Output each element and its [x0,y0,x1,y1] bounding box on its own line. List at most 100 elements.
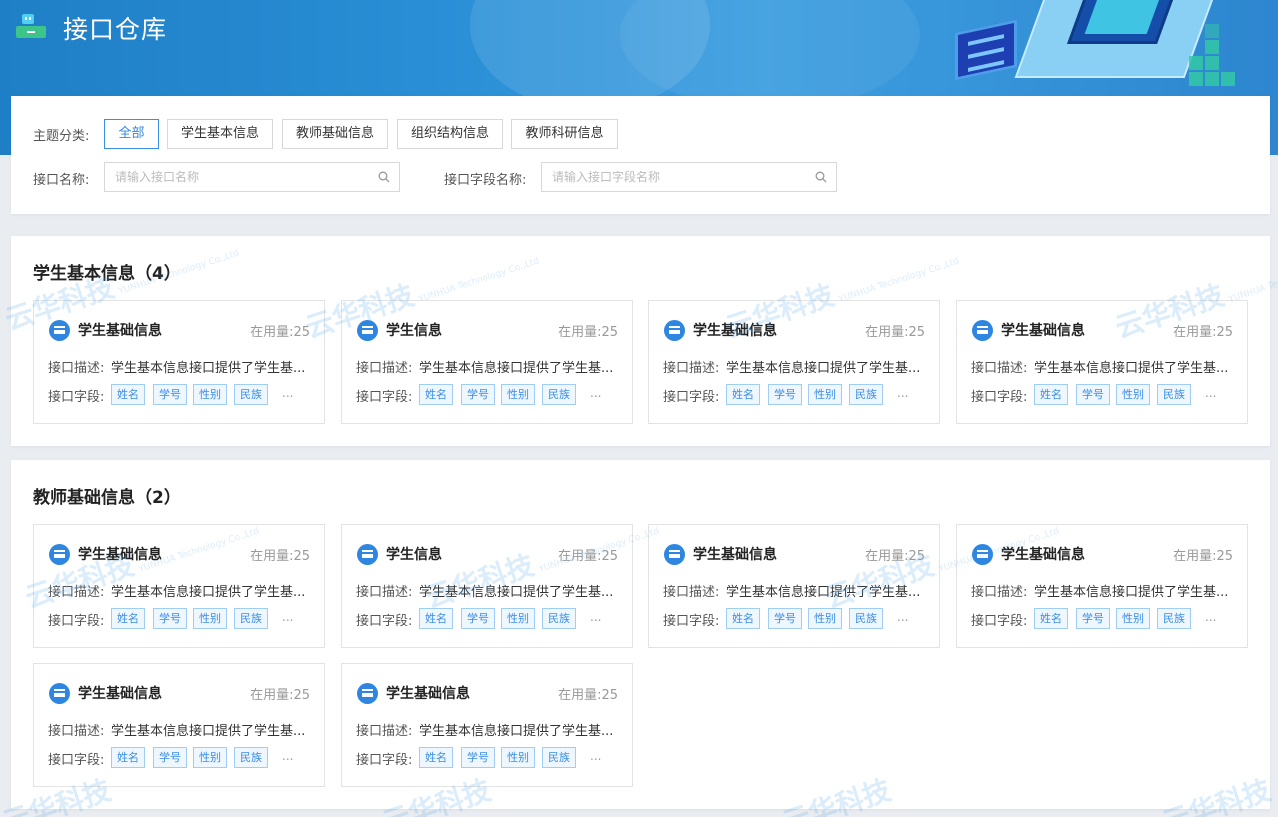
usage-count: 在用量:25 [250,549,310,564]
field-tag: 姓名 [419,608,453,629]
api-icon [357,544,378,565]
api-card[interactable]: 学生信息 在用量:25 接口描述: 学生基本信息接口提供了学生基... 接口字段: 姓名学… [341,524,633,648]
field-name-label: 接口字段名称: [444,173,527,188]
field-tag: 姓名 [111,747,145,768]
api-card[interactable]: 学生基础信息 在用量:25 接口描述: 学生基本信息接口提供了学生基... 接口字段: 姓… [648,524,940,648]
card-title: 学生信息 [386,323,442,339]
field-tag: 姓名 [1034,608,1068,629]
field-tag: 性别 [808,608,842,629]
desc-label: 接口描述: [971,585,1028,600]
field-tag: 姓名 [111,384,145,405]
desc-label: 接口描述: [48,585,105,600]
api-name-input[interactable] [105,163,399,191]
card-title: 学生基础信息 [1001,323,1085,339]
field-name-search [541,162,837,192]
card-description: 学生基本信息接口提供了学生基... [419,585,614,600]
api-icon [664,544,685,565]
card-description: 学生基本信息接口提供了学生基... [111,585,306,600]
api-card[interactable]: 学生基础信息 在用量:25 接口描述: 学生基本信息接口提供了学生基... 接口字段: 姓… [33,524,325,648]
api-icon [49,544,70,565]
field-tag: 性别 [501,608,535,629]
category-research-button[interactable]: 教师科研信息 [511,119,618,149]
desc-label: 接口描述: [663,585,720,600]
field-tag: 学号 [461,608,495,629]
card-description: 学生基本信息接口提供了学生基... [726,585,921,600]
api-icon [972,320,993,341]
fields-label: 接口字段: [356,614,413,629]
usage-count: 在用量:25 [558,688,618,703]
fields-label: 接口字段: [48,614,105,629]
field-tag: 姓名 [419,747,453,768]
category-teacher-button[interactable]: 教师基础信息 [282,119,388,149]
field-tag: 民族 [1157,608,1191,629]
api-icon [357,683,378,704]
more-fields: ... [897,610,909,624]
api-card[interactable]: 学生信息 在用量:25 接口描述: 学生基本信息接口提供了学生基... 接口字段: 姓名学… [341,300,633,424]
usage-count: 在用量:25 [1173,325,1233,340]
fields-label: 接口字段: [663,390,720,405]
field-tag: 性别 [193,608,227,629]
category-all-button[interactable]: 全部 [104,119,159,149]
field-tag: 姓名 [419,384,453,405]
card-title: 学生基础信息 [386,686,470,702]
field-tag: 学号 [768,384,802,405]
card-title: 学生基础信息 [693,323,777,339]
card-description: 学生基本信息接口提供了学生基... [726,361,921,376]
fields-label: 接口字段: [356,390,413,405]
usage-count: 在用量:25 [865,549,925,564]
field-tag: 学号 [153,747,187,768]
desc-label: 接口描述: [48,361,105,376]
desc-label: 接口描述: [663,361,720,376]
monitor-illustration [955,19,1017,81]
more-fields: ... [282,749,294,763]
fields-label: 接口字段: [48,390,105,405]
api-card[interactable]: 学生基础信息 在用量:25 接口描述: 学生基本信息接口提供了学生基... 接口字段: 姓… [341,663,633,787]
api-card[interactable]: 学生基础信息 在用量:25 接口描述: 学生基本信息接口提供了学生基... 接口字段: 姓… [33,663,325,787]
usage-count: 在用量:25 [865,325,925,340]
api-name-label: 接口名称: [33,173,90,188]
blocks-illustration [1185,0,1278,96]
api-card[interactable]: 学生基础信息 在用量:25 接口描述: 学生基本信息接口提供了学生基... 接口字段: 姓… [956,300,1248,424]
category-org-button[interactable]: 组织结构信息 [397,119,503,149]
field-tag: 姓名 [111,608,145,629]
banner-decoration [620,0,920,110]
field-tag: 性别 [193,747,227,768]
field-tag: 学号 [461,384,495,405]
group-title: 学生基本信息（4） [33,264,181,284]
field-tag: 性别 [808,384,842,405]
api-card[interactable]: 学生基础信息 在用量:25 接口描述: 学生基本信息接口提供了学生基... 接口字段: 姓… [33,300,325,424]
desc-label: 接口描述: [356,585,413,600]
field-tag: 性别 [501,747,535,768]
filter-panel: 主题分类: 全部 学生基本信息 教师基础信息 组织结构信息 教师科研信息 接口名… [11,96,1270,214]
search-icon[interactable] [378,171,390,183]
more-fields: ... [590,386,602,400]
card-description: 学生基本信息接口提供了学生基... [1034,585,1229,600]
desc-label: 接口描述: [356,361,413,376]
desc-label: 接口描述: [48,724,105,739]
more-fields: ... [590,749,602,763]
api-icon [49,683,70,704]
field-tag: 民族 [849,608,883,629]
category-student-button[interactable]: 学生基本信息 [167,119,273,149]
api-card[interactable]: 学生基础信息 在用量:25 接口描述: 学生基本信息接口提供了学生基... 接口字段: 姓… [648,300,940,424]
more-fields: ... [1205,386,1217,400]
field-tag: 学号 [153,384,187,405]
group-title: 教师基础信息（2） [33,488,181,508]
more-fields: ... [590,610,602,624]
fields-label: 接口字段: [48,753,105,768]
desc-label: 接口描述: [971,361,1028,376]
card-description: 学生基本信息接口提供了学生基... [111,724,306,739]
api-icon [49,320,70,341]
field-name-input[interactable] [542,163,836,191]
field-tag: 姓名 [1034,384,1068,405]
field-tag: 学号 [1076,608,1110,629]
database-icon [16,14,46,38]
search-icon[interactable] [815,171,827,183]
card-title: 学生基础信息 [78,323,162,339]
field-tag: 性别 [1116,608,1150,629]
field-tag: 姓名 [726,608,760,629]
more-fields: ... [282,386,294,400]
api-icon [664,320,685,341]
card-title: 学生基础信息 [78,547,162,563]
api-card[interactable]: 学生基础信息 在用量:25 接口描述: 学生基本信息接口提供了学生基... 接口字段: 姓… [956,524,1248,648]
